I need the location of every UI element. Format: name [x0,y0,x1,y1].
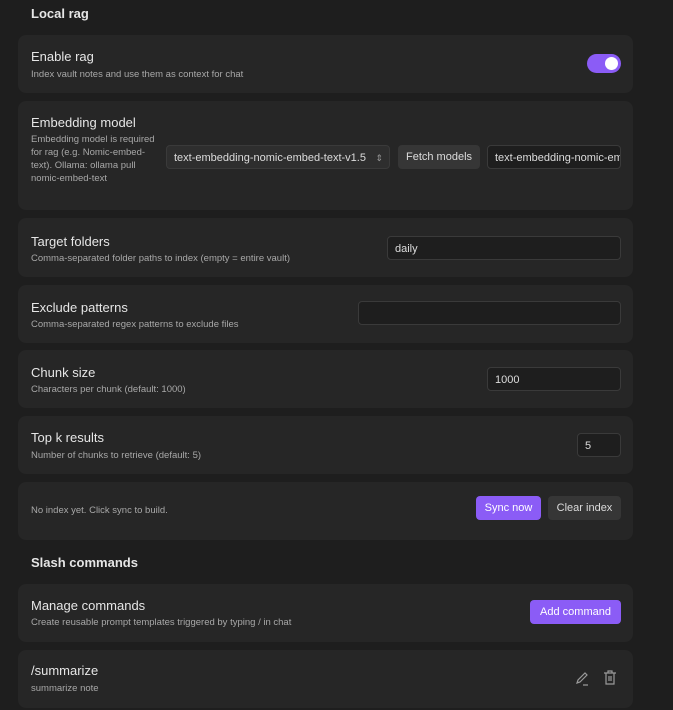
section-heading-local-rag: Local rag [31,6,89,21]
setting-manage-commands: Manage commands Create reusable prompt t… [18,584,633,642]
setting-title: Manage commands [31,598,146,613]
setting-chunk-size: Chunk size Characters per chunk (default… [18,350,633,408]
trash-icon[interactable] [602,669,618,686]
section-heading-slash-commands: Slash commands [31,555,138,570]
setting-desc: Number of chunks to retrieve (default: 5… [31,450,202,461]
setting-title: Embedding model [31,115,136,130]
top-k-input[interactable]: 5 [577,433,621,457]
setting-title: Enable rag [31,49,94,64]
setting-title: Target folders [31,234,110,249]
chunk-size-input[interactable]: 1000 [487,367,621,391]
setting-desc: Comma-separated folder paths to index (e… [31,253,291,264]
embedding-model-select[interactable]: text-embedding-nomic-embed-text-v1.5 ⇕ [166,145,390,169]
index-status: No index yet. Click sync to build. [31,505,168,516]
add-command-button[interactable]: Add command [530,600,621,624]
setting-desc: Characters per chunk (default: 1000) [31,384,186,395]
exclude-patterns-input[interactable] [358,301,621,325]
setting-top-k: Top k results Number of chunks to retrie… [18,416,633,474]
command-desc: summarize note [31,683,99,694]
fetch-models-button[interactable]: Fetch models [398,145,480,169]
setting-desc: Comma-separated regex patterns to exclud… [31,319,239,330]
embedding-model-input[interactable]: text-embedding-nomic-embed-text-v1.5 [487,145,621,169]
setting-desc: Create reusable prompt templates trigger… [31,617,292,628]
setting-title: Exclude patterns [31,300,128,315]
setting-desc: Index vault notes and use them as contex… [31,69,244,80]
setting-index-sync: No index yet. Click sync to build. Sync … [18,482,633,540]
edit-pencil-icon[interactable] [574,670,590,686]
setting-target-folders: Target folders Comma-separated folder pa… [18,218,633,277]
setting-title: Chunk size [31,365,96,380]
sync-now-button[interactable]: Sync now [476,496,541,520]
command-name: /summarize [31,663,99,678]
target-folders-input[interactable]: daily [387,236,621,260]
clear-index-button[interactable]: Clear index [548,496,621,520]
setting-exclude-patterns: Exclude patterns Comma-separated regex p… [18,285,633,343]
setting-title: Top k results [31,430,104,445]
chevron-updown-icon: ⇕ [375,153,383,163]
setting-desc: Embedding model is required for rag (e.g… [31,134,155,184]
setting-enable-rag: Enable rag Index vault notes and use the… [18,35,633,93]
command-item: /summarize summarize note [18,650,633,708]
enable-rag-toggle[interactable] [587,54,621,73]
select-value: text-embedding-nomic-embed-text-v1.5 [174,152,366,164]
setting-embedding-model: Embedding model Embedding model is requi… [18,101,633,210]
